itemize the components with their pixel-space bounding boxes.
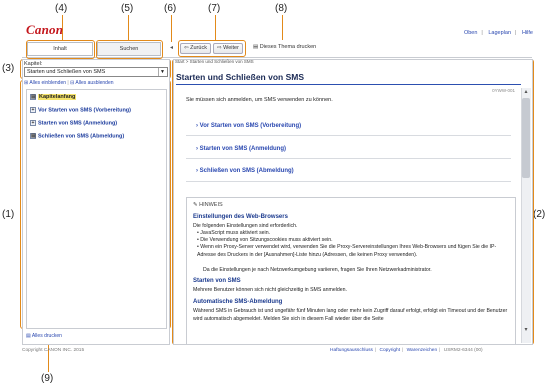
print-all-button[interactable]: ▤ Alles drucken — [26, 333, 62, 339]
divider — [186, 181, 511, 182]
chevron-down-icon: ▼ — [158, 68, 166, 76]
top-link-home[interactable]: Oben — [464, 30, 477, 36]
tree-item-preparation[interactable]: + Vor Starten von SMS (Vorbereitung) — [30, 107, 131, 113]
chapter-select[interactable]: Starten und Schließen von SMS ▼ — [24, 67, 168, 77]
footer-links: Haftungsausschluss | Copyright | Warenzeic… — [330, 348, 483, 353]
page-icon: ▤ — [30, 133, 36, 139]
canon-logo: Canon — [26, 22, 64, 37]
pencil-icon: ✎ — [193, 202, 198, 208]
show-all-button[interactable]: ⊞ Alles einblenden — [24, 80, 66, 86]
leader-5 — [128, 15, 129, 40]
note-subheading-start: Starten von SMS — [193, 278, 241, 284]
top-link-sitemap[interactable]: Lageplan — [488, 30, 511, 36]
divider — [186, 158, 511, 159]
footer-copyright: Copyright CANON INC. 2015 — [22, 348, 85, 353]
footer-link-copyright[interactable]: Copyright — [380, 348, 401, 353]
expand-icon: + — [30, 120, 36, 126]
leader-7 — [215, 15, 216, 40]
leader-8 — [282, 15, 283, 40]
page-title: Starten und Schließen von SMS — [176, 72, 304, 82]
scroll-up-icon[interactable]: ▴ — [522, 88, 530, 96]
callout-7: (7) — [208, 3, 221, 14]
link-logout[interactable]: › Schließen von SMS (Abmeldung) — [196, 168, 294, 174]
highlight-nav-buttons — [178, 40, 246, 57]
document-code: USRM2-6344 (00) — [443, 348, 483, 353]
highlight-tab-contents — [26, 40, 95, 59]
scrollbar-thumb[interactable] — [522, 98, 530, 178]
print-icon: ▤ — [253, 44, 259, 50]
intro-text: Sie müssen sich anmelden, um SMS verwend… — [186, 97, 333, 103]
top-links: Oben | Lageplan | Hilfe — [463, 30, 533, 36]
page-icon: ▤ — [30, 94, 36, 100]
scroll-down-icon[interactable]: ▾ — [522, 326, 530, 334]
leader-6 — [171, 15, 172, 42]
title-divider — [176, 84, 521, 85]
link-login[interactable]: › Starten von SMS (Anmeldung) — [196, 146, 286, 152]
divider — [186, 135, 511, 136]
note-heading: ✎ HINWEIS — [193, 202, 223, 208]
callout-4: (4) — [55, 3, 68, 14]
footer-link-disclaimer[interactable]: Haftungsausschluss — [330, 348, 373, 353]
tree-item-logout[interactable]: ▤ Schließen von SMS (Abmeldung) — [30, 133, 124, 139]
document-id: 0YWW-001 — [492, 88, 515, 93]
collapse-sidebar-icon[interactable]: ◂ — [170, 44, 173, 51]
note-text: Während SMS in Gebrauch ist und ungefähr… — [193, 308, 508, 322]
note-subheading-browser: Einstellungen des Web-Browsers — [193, 214, 288, 220]
tree-item-login[interactable]: + Starten von SMS (Anmeldung) — [30, 120, 117, 126]
print-topic-button[interactable]: ▤ Dieses Thema drucken — [250, 43, 319, 54]
note-bullet: • Wenn ein Proxy-Server verwendet wird, … — [197, 244, 497, 258]
note-bullet: Da die Einstellungen je nach Netzwerkumg… — [203, 267, 432, 273]
callout-9: (9) — [41, 373, 54, 384]
print-icon: ▤ — [26, 333, 31, 339]
callout-2: (2) — [533, 209, 546, 220]
breadcrumb: Start > Starten und Schließen von SMS — [175, 59, 254, 64]
expand-icon: + — [30, 107, 36, 113]
link-preparation[interactable]: › Vor Starten von SMS (Vorbereitung) — [196, 123, 301, 129]
top-link-help[interactable]: Hilfe — [522, 30, 533, 36]
note-box: ✎ HINWEIS Einstellungen des Web-Browsers… — [186, 197, 516, 345]
footer-link-trademarks[interactable]: Warenzeichen — [407, 348, 437, 353]
callout-5: (5) — [121, 3, 134, 14]
note-subheading-autologout: Automatische SMS-Abmeldung — [193, 299, 283, 305]
hide-all-button[interactable]: ⊟ Alles ausblenden — [70, 80, 113, 86]
callout-6: (6) — [164, 3, 177, 14]
callout-8: (8) — [275, 3, 288, 14]
tree-toolbar: ⊞ Alles einblenden | ⊟ Alles ausblenden — [24, 80, 114, 86]
tree-item-chapter-start[interactable]: ▤ Kapitelanfang — [30, 94, 77, 101]
highlight-tab-search — [96, 40, 163, 59]
callout-3: (3) — [2, 63, 15, 74]
callout-1: (1) — [2, 209, 15, 220]
leader-9 — [48, 342, 49, 372]
note-text: Mehrere Benutzer können sich nicht gleic… — [193, 287, 347, 293]
